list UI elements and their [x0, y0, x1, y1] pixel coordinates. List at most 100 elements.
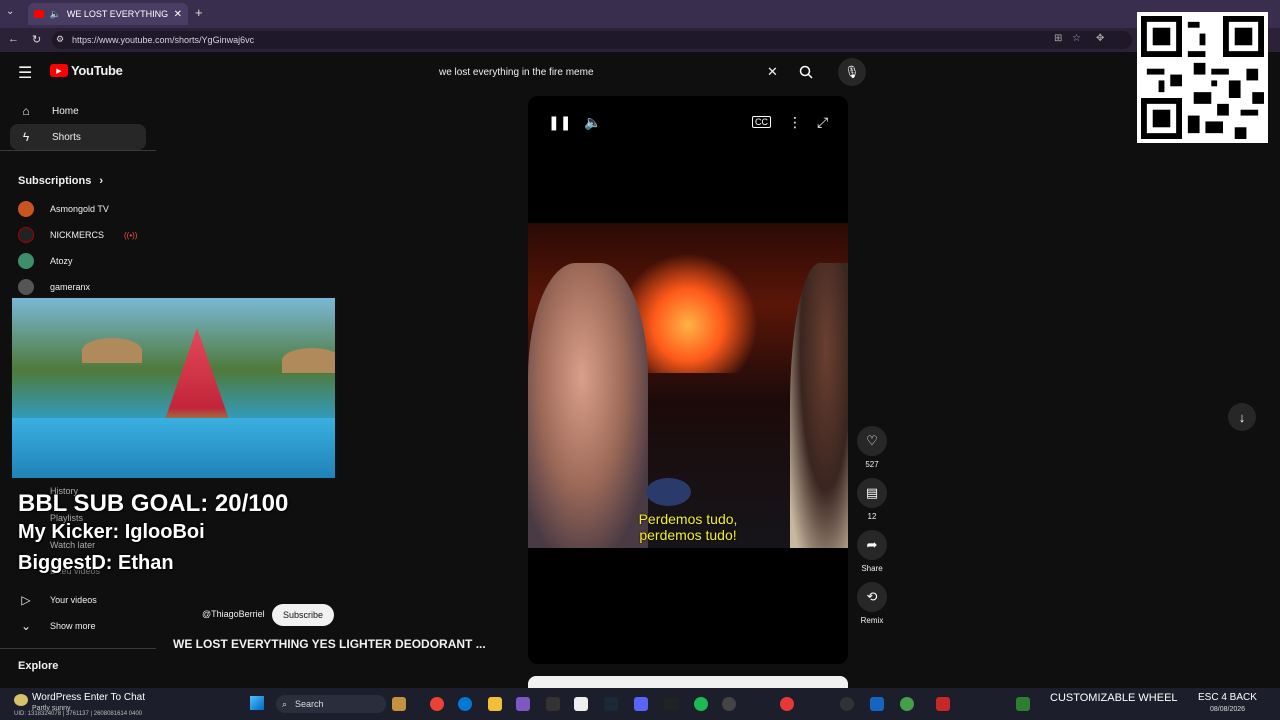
reload-icon[interactable]: ↻ — [32, 33, 41, 46]
pause-icon[interactable]: ❚❚ — [548, 114, 571, 131]
sidebar: ⌂ Home ϟ Shorts — [0, 98, 156, 150]
youtube-logo[interactable]: ▶ YouTube — [50, 63, 123, 78]
biggestd-text: BiggestD: Ethan — [18, 552, 174, 574]
app-icon[interactable] — [870, 697, 884, 711]
tab-close-icon[interactable]: ✕ — [174, 9, 182, 20]
spotify-icon[interactable] — [694, 697, 708, 711]
volume-icon[interactable]: 🔈 — [584, 114, 601, 131]
remix-action[interactable]: ⟲ Remix — [856, 582, 888, 625]
app-icon[interactable] — [936, 697, 950, 711]
subscribe-button[interactable]: Subscribe — [272, 604, 334, 626]
search-icon: ⌕ — [282, 698, 288, 709]
video-title[interactable]: WE LOST EVERYTHING YES LIGHTER DEODORANT… — [173, 637, 486, 651]
tab-title: WE LOST EVERYTHING YES LI — [66, 9, 168, 19]
sidebar-item-atozy[interactable]: Atozy — [0, 248, 156, 274]
app-icon[interactable] — [1016, 697, 1030, 711]
captions-icon[interactable]: CC — [752, 116, 771, 128]
chevron-down-icon: ⌄ — [20, 619, 32, 633]
remix-label: Remix — [860, 616, 884, 625]
sidebar-item-show-more[interactable]: ⌄ Show more — [18, 618, 96, 634]
app-icon[interactable] — [900, 697, 914, 711]
comment-icon[interactable]: ▤ — [857, 478, 887, 508]
live-icon: ((•)) — [124, 230, 138, 240]
watermelon-avatar — [162, 328, 232, 428]
app-icon[interactable] — [840, 697, 854, 711]
taskbar-search[interactable]: ⌕ Search — [276, 695, 386, 713]
app-icon[interactable] — [392, 697, 406, 711]
play-logo-icon: ▶ — [50, 64, 68, 77]
app-icon[interactable] — [574, 697, 588, 711]
share-label: Share — [861, 564, 883, 573]
logo-text: YouTube — [71, 63, 123, 78]
avatar — [18, 227, 34, 243]
steam-icon[interactable] — [604, 697, 618, 711]
back-icon[interactable]: ← — [8, 33, 19, 45]
comment-action[interactable]: ▤ 12 — [856, 478, 888, 521]
star-icon[interactable]: ☆ — [1072, 33, 1081, 44]
home-icon: ⌂ — [22, 104, 30, 118]
next-video-button[interactable]: ↓ — [1228, 403, 1256, 431]
qr-code — [1137, 12, 1268, 143]
folder-icon[interactable] — [488, 697, 502, 711]
sidebar-item-label: Home — [52, 105, 79, 117]
divider — [0, 648, 156, 649]
video-subtitle: Perdemos tudo, perdemos tudo! — [638, 511, 738, 543]
url-input[interactable]: https://www.youtube.com/shorts/YgGinwaj6… — [52, 31, 1132, 49]
voice-search-button[interactable]: 🎙 — [838, 58, 866, 86]
remix-icon[interactable]: ⟲ — [857, 582, 887, 612]
app-icon[interactable] — [664, 697, 678, 711]
search-input[interactable]: we lost everything in the fire meme — [428, 59, 790, 85]
browser-tab[interactable]: 🔈 WE LOST EVERYTHING YES LI ✕ — [28, 3, 188, 25]
sidebar-item-home[interactable]: ⌂ Home — [0, 98, 156, 124]
video-frame — [528, 223, 848, 548]
sidebar-item-your-videos[interactable]: ▷ Your videos — [18, 592, 96, 608]
site-info-icon[interactable]: ⚙ — [56, 34, 64, 45]
fullscreen-icon[interactable]: ⤢ — [817, 114, 828, 131]
kicker-text: My Kicker: IglooBoi — [18, 521, 205, 543]
avatar — [18, 253, 34, 269]
sidebar-item-asmongold[interactable]: Asmongold TV — [0, 196, 156, 222]
chrome-icon[interactable] — [430, 697, 444, 711]
comment-count: 12 — [867, 512, 877, 521]
sidebar-item-shorts[interactable]: ϟ Shorts — [10, 124, 146, 150]
chevron-down-icon[interactable]: ⌄ — [6, 6, 14, 17]
taskbar-left-label: WordPress Enter To Chat — [32, 692, 146, 703]
share-icon[interactable]: ➦ — [857, 530, 887, 560]
channel-handle[interactable]: @ThiagoBerriel — [202, 609, 265, 619]
discord-icon[interactable] — [634, 697, 648, 711]
more-options-icon[interactable]: ⋮ — [788, 114, 802, 131]
new-tab-icon[interactable]: + — [195, 5, 203, 20]
heart-icon[interactable]: ♡ — [857, 426, 887, 456]
woman-left — [528, 263, 648, 548]
url-text: https://www.youtube.com/shorts/YgGinwaj6… — [72, 35, 255, 45]
status-text: UID: 1318324078 | 3761137 | 2608081614 0… — [14, 711, 143, 717]
epic-icon[interactable] — [546, 697, 560, 711]
browser-tab-bar: ⌄ 🔈 WE LOST EVERYTHING YES LI ✕ + — [0, 0, 1280, 28]
extension-icon[interactable]: ⊞ — [1054, 33, 1062, 44]
overlay-wheel-label: CUSTOMIZABLE WHEEL — [1050, 692, 1178, 704]
puzzle-icon[interactable]: ✥ — [1096, 33, 1104, 44]
shorts-icon: ϟ — [22, 130, 30, 144]
pool — [12, 418, 335, 478]
sidebar-item-nickmercs[interactable]: NICKMERCS ((•)) — [0, 222, 156, 248]
search-button[interactable] — [792, 58, 820, 86]
clear-search-icon[interactable]: ✕ — [767, 64, 778, 80]
edge-icon[interactable] — [458, 697, 472, 711]
app-icon[interactable] — [780, 697, 794, 711]
divider — [0, 150, 156, 151]
obs-icon[interactable] — [722, 697, 736, 711]
sub-goal-text: BBL SUB GOAL: 20/100 — [18, 490, 289, 517]
share-action[interactable]: ➦ Share — [856, 530, 888, 573]
app-icon[interactable] — [516, 697, 530, 711]
shorts-player[interactable]: Perdemos tudo, perdemos tudo! — [528, 96, 848, 664]
channel-name: Asmongold TV — [50, 204, 109, 214]
subscriptions-header[interactable]: Subscriptions › — [18, 175, 103, 187]
like-action[interactable]: ♡ 527 — [856, 426, 888, 469]
overlay-back-label: ESC 4 BACK — [1198, 692, 1257, 703]
windows-start-icon[interactable] — [250, 696, 264, 710]
subscriptions-list: Asmongold TV NICKMERCS ((•)) Atozy gamer… — [0, 196, 156, 300]
explore-header: Explore — [18, 660, 59, 672]
channel-name: NICKMERCS — [50, 230, 105, 240]
next-short-preview[interactable] — [528, 676, 848, 688]
menu-icon[interactable]: ☰ — [18, 63, 32, 83]
